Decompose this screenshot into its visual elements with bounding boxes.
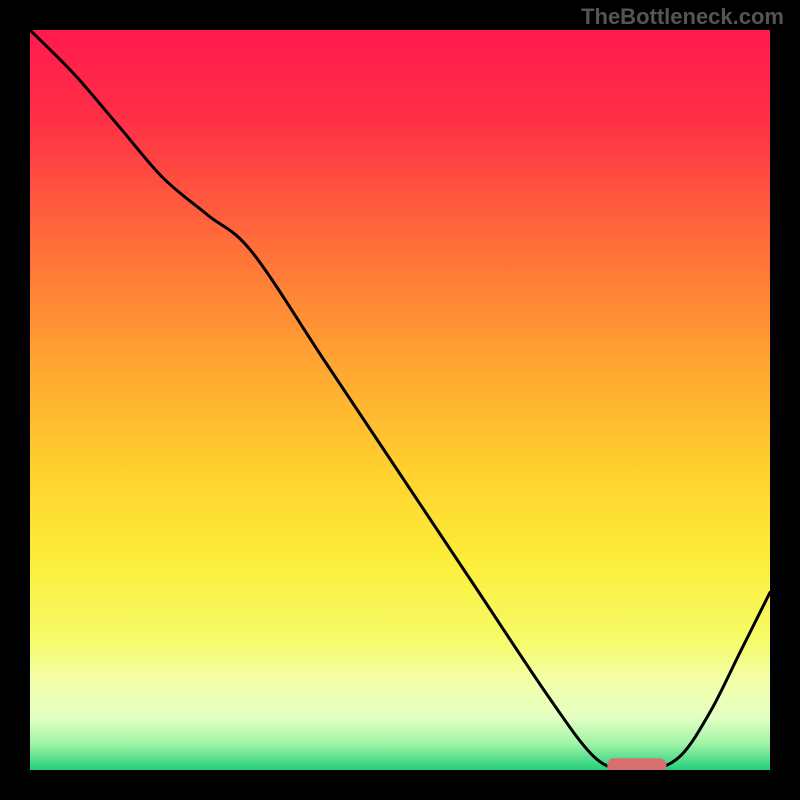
plot-area bbox=[30, 30, 770, 770]
chart-svg bbox=[0, 0, 800, 800]
watermark-text: TheBottleneck.com bbox=[581, 4, 784, 30]
